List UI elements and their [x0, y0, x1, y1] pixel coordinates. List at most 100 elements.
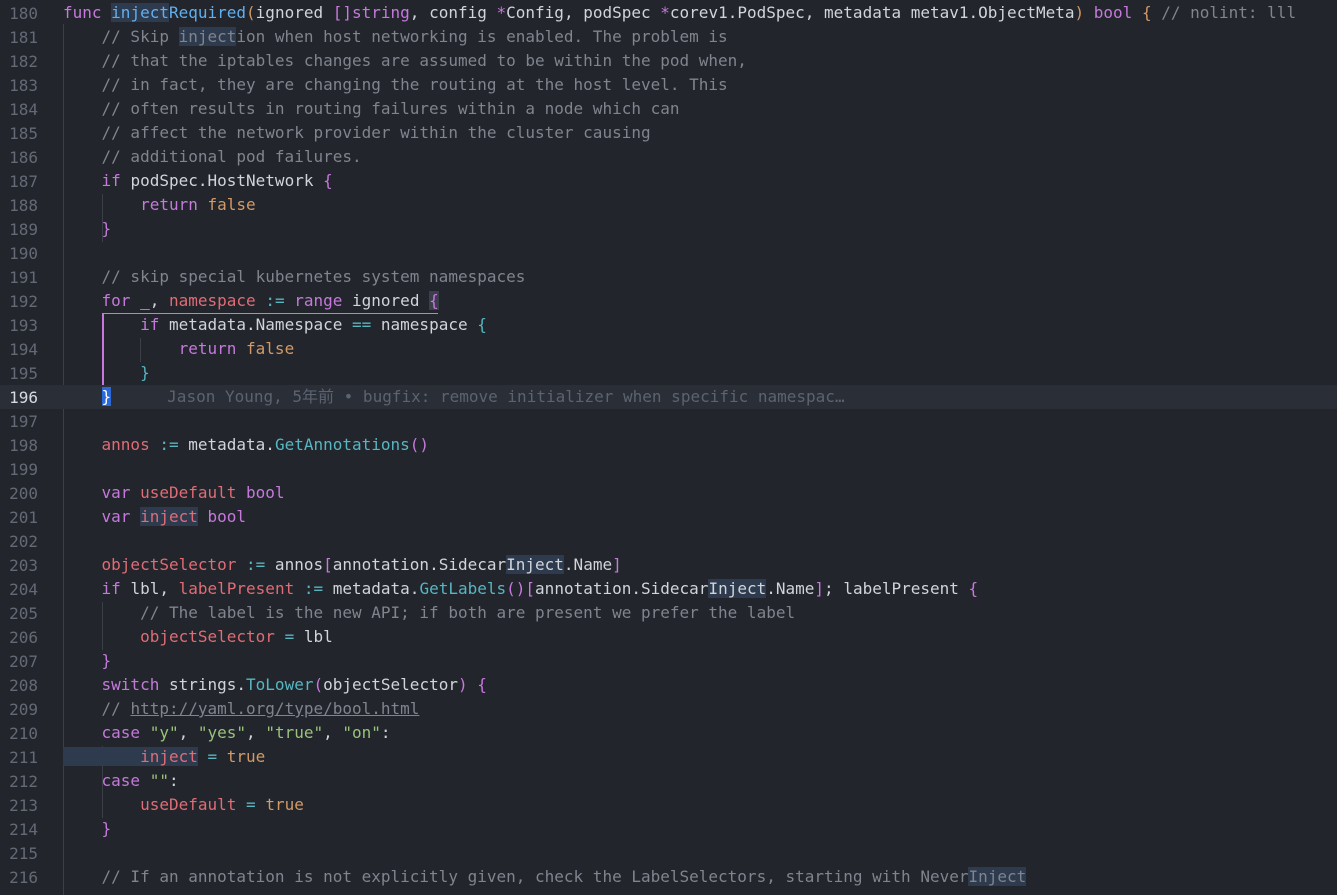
code-line[interactable]: 182 // that the iptables changes are ass… [0, 49, 1337, 73]
line-number[interactable]: 199 [0, 460, 38, 479]
line-number[interactable]: 212 [0, 772, 38, 791]
code-line[interactable]: 199 [0, 457, 1337, 481]
line-number[interactable]: 188 [0, 196, 38, 215]
line-number[interactable]: 213 [0, 796, 38, 815]
code-line[interactable]: 202 [0, 529, 1337, 553]
code-line[interactable]: 195 } [0, 361, 1337, 385]
code-line[interactable]: 194 return false [0, 337, 1337, 361]
line-number[interactable]: 202 [0, 532, 38, 551]
line-number[interactable]: 191 [0, 268, 38, 287]
code-token: if [63, 579, 131, 598]
line-number[interactable]: 181 [0, 28, 38, 47]
line-number[interactable]: 211 [0, 748, 38, 767]
line-number[interactable]: 183 [0, 76, 38, 95]
line-number[interactable]: 192 [0, 292, 38, 311]
code-line[interactable]: 213 useDefault = true [0, 793, 1337, 817]
code-line[interactable]: 193 if metadata.Namespace == namespace { [0, 313, 1337, 337]
code-line[interactable]: 198 annos := metadata.GetAnnotations() [0, 433, 1337, 457]
code-line[interactable]: 180 func injectRequired(ignored []string,… [0, 1, 1337, 25]
line-number[interactable]: 184 [0, 100, 38, 119]
code-line[interactable]: 208 switch strings.ToLower(objectSelecto… [0, 673, 1337, 697]
code-line[interactable]: 197 [0, 409, 1337, 433]
code-text: // http://yaml.org/type/bool.html [63, 697, 420, 721]
code-line[interactable]: 215 [0, 841, 1337, 865]
code-token: * [660, 3, 670, 22]
line-number[interactable]: 187 [0, 172, 38, 191]
code-line[interactable]: 205 // The label is the new API; if both… [0, 601, 1337, 625]
line-number[interactable]: 195 [0, 364, 38, 383]
line-number[interactable]: 204 [0, 580, 38, 599]
code-line[interactable]: 201 var inject bool [0, 505, 1337, 529]
line-number[interactable]: 189 [0, 220, 38, 239]
line-number[interactable]: 186 [0, 148, 38, 167]
line-number[interactable]: 205 [0, 604, 38, 623]
line-number[interactable]: 197 [0, 412, 38, 431]
line-number[interactable]: 214 [0, 820, 38, 839]
code-token: ) [457, 675, 468, 694]
line-number[interactable]: 203 [0, 556, 38, 575]
code-line[interactable]: 216 // If an annotation is not explicitl… [0, 865, 1337, 889]
code-line[interactable]: 204 if lbl, labelPresent := metadata.Get… [0, 577, 1337, 601]
code-line[interactable]: 185 // affect the network provider withi… [0, 121, 1337, 145]
code-line[interactable]: 211 inject = true [0, 745, 1337, 769]
line-number[interactable]: 194 [0, 340, 38, 359]
line-number[interactable]: 193 [0, 316, 38, 335]
line-number[interactable]: 200 [0, 484, 38, 503]
code-line[interactable]: 200 var useDefault bool [0, 481, 1337, 505]
code-line[interactable]: 206 objectSelector = lbl [0, 625, 1337, 649]
code-line[interactable]: 189 } [0, 217, 1337, 241]
code-token: , [246, 723, 266, 742]
code-line[interactable]: 181 // Skip injection when host networki… [0, 25, 1337, 49]
code-line[interactable]: 203 objectSelector := annos[annotation.S… [0, 553, 1337, 577]
code-token: switch [63, 675, 169, 694]
line-number[interactable]: 182 [0, 52, 38, 71]
line-number[interactable]: 180 [0, 4, 38, 23]
code-token: annos [265, 555, 324, 574]
code-line[interactable]: 183 // in fact, they are changing the ro… [0, 73, 1337, 97]
code-text: // often results in routing failures wit… [63, 97, 680, 121]
line-number[interactable]: 208 [0, 676, 38, 695]
code-token: ) [1074, 3, 1085, 22]
code-token: , [178, 723, 198, 742]
line-number[interactable]: 209 [0, 700, 38, 719]
line-number[interactable]: 190 [0, 244, 38, 263]
line-number[interactable]: 215 [0, 844, 38, 863]
code-token: namespace [371, 315, 478, 334]
line-number[interactable]: 201 [0, 508, 38, 527]
code-token: objectSelector [63, 555, 237, 574]
code-line[interactable]: 190 [0, 241, 1337, 265]
line-number[interactable]: 198 [0, 436, 38, 455]
line-number[interactable]: 207 [0, 652, 38, 671]
code-editor[interactable]: 180 func injectRequired(ignored []string,… [0, 0, 1337, 895]
code-line[interactable]: 207 } [0, 649, 1337, 673]
line-number[interactable]: 210 [0, 724, 38, 743]
code-line[interactable]: 210 case "y", "yes", "true", "on": [0, 721, 1337, 745]
code-line[interactable]: 188 return false [0, 193, 1337, 217]
line-number[interactable]: 196 [0, 388, 38, 407]
code-token: bool [1093, 3, 1133, 22]
line-number[interactable]: 185 [0, 124, 38, 143]
code-token: ion when host networking is enabled. The… [236, 27, 728, 46]
code-token: "yes" [197, 723, 247, 742]
code-token: annos [63, 435, 150, 454]
code-line[interactable]: 192 for _, namespace := range ignored { [0, 289, 1337, 313]
code-line[interactable]: 212 case "": [0, 769, 1337, 793]
code-token: objectSelector [323, 675, 458, 694]
line-number[interactable]: 216 [0, 868, 38, 887]
git-blame-annotation[interactable]: Jason Young, 5年前 • bugfix: remove initia… [167, 387, 844, 406]
code-line[interactable]: 191 // skip special kubernetes system na… [0, 265, 1337, 289]
line-number[interactable]: 206 [0, 628, 38, 647]
code-line[interactable]: 187 if podSpec.HostNetwork { [0, 169, 1337, 193]
code-line[interactable]: 209 // http://yaml.org/type/bool.html [0, 697, 1337, 721]
code-line[interactable]: 214 } [0, 817, 1337, 841]
code-token: Inject [506, 555, 564, 574]
code-line[interactable]: 184 // often results in routing failures… [0, 97, 1337, 121]
code-text: if podSpec.HostNetwork { [63, 169, 333, 193]
code-line[interactable]: 196 } Jason Young, 5年前 • bugfix: remove i… [0, 385, 1337, 409]
code-line[interactable]: 186 // additional pod failures. [0, 145, 1337, 169]
comment-link[interactable]: http://yaml.org/type/bool.html [130, 699, 419, 718]
